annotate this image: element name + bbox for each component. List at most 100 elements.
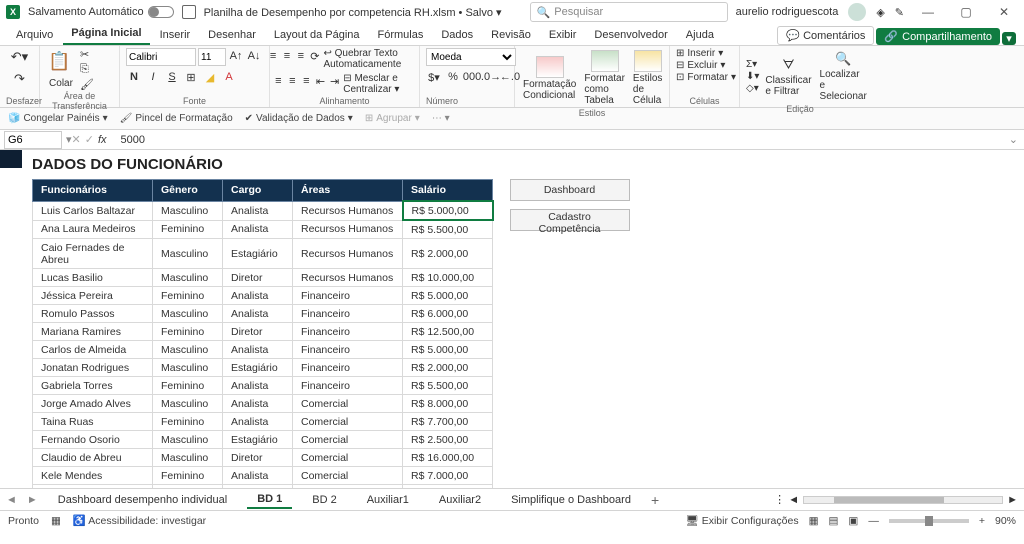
menu-desenhar[interactable]: Desenhar bbox=[200, 26, 264, 45]
table-cell[interactable]: R$ 5.500,00 bbox=[403, 377, 493, 395]
table-row[interactable]: Fernando OsorioMasculinoEstagiárioComerc… bbox=[33, 431, 493, 449]
table-header[interactable]: Salário bbox=[403, 180, 493, 202]
table-cell[interactable]: Analista bbox=[223, 201, 293, 220]
cell-styles-button[interactable]: Estilos de Célula bbox=[631, 48, 664, 108]
increase-font-icon[interactable]: A↑ bbox=[228, 48, 244, 64]
comma-icon[interactable]: 000 bbox=[464, 69, 480, 85]
table-cell[interactable]: R$ 16.000,00 bbox=[403, 449, 493, 467]
format-painter-icon[interactable]: 🖌 bbox=[80, 78, 94, 91]
table-cell[interactable]: Feminino bbox=[153, 413, 223, 431]
align-bottom-icon[interactable]: ≡ bbox=[295, 48, 306, 64]
table-cell[interactable]: Analista bbox=[223, 485, 293, 489]
table-cell[interactable]: Masculino bbox=[153, 449, 223, 467]
table-cell[interactable]: Lucas Basilio bbox=[33, 269, 153, 287]
avatar[interactable] bbox=[848, 3, 866, 21]
bold-button[interactable]: N bbox=[126, 69, 142, 85]
indent-inc-icon[interactable]: ⇥ bbox=[329, 73, 340, 89]
align-left-icon[interactable]: ≡ bbox=[273, 73, 284, 89]
table-cell[interactable]: R$ 8.000,00 bbox=[403, 395, 493, 413]
formula-input[interactable]: 5000 bbox=[111, 134, 145, 146]
minimize-button[interactable]: — bbox=[914, 5, 942, 19]
format-as-table-button[interactable]: Formatar como Tabela bbox=[582, 48, 627, 108]
table-cell[interactable]: Comercial bbox=[293, 431, 403, 449]
menu-página-inicial[interactable]: Página Inicial bbox=[63, 24, 149, 45]
table-cell[interactable]: Analista bbox=[223, 305, 293, 323]
cancel-formula-icon[interactable]: ✕ bbox=[72, 133, 81, 146]
table-cell[interactable]: Financeiro bbox=[293, 287, 403, 305]
table-cell[interactable]: R$ 7.700,00 bbox=[403, 413, 493, 431]
sheet-tab[interactable]: Simplifique o Dashboard bbox=[501, 492, 641, 508]
table-cell[interactable]: Analista bbox=[223, 287, 293, 305]
paste-button[interactable]: 📋 Colar bbox=[46, 49, 76, 91]
table-cell[interactable]: Gabriela Torres bbox=[33, 377, 153, 395]
table-cell[interactable]: R$ 5.000,00 bbox=[403, 201, 493, 220]
table-row[interactable]: Gabriela TorresFemininoAnalistaFinanceir… bbox=[33, 377, 493, 395]
table-cell[interactable]: R$ 7.000,00 bbox=[403, 467, 493, 485]
sheet-tab[interactable]: Auxiliar1 bbox=[357, 492, 419, 508]
table-cell[interactable]: Estagiário bbox=[223, 431, 293, 449]
table-row[interactable]: Mariana RamiresFemininoDiretorFinanceiro… bbox=[33, 323, 493, 341]
table-cell[interactable]: R$ 6.000,00 bbox=[403, 305, 493, 323]
table-row[interactable]: Lucas BasilioMasculinoDiretorRecursos Hu… bbox=[33, 269, 493, 287]
table-cell[interactable]: Estagiário bbox=[223, 239, 293, 269]
file-name[interactable]: Planilha de Desempenho por competencia R… bbox=[204, 6, 502, 19]
menu-desenvolvedor[interactable]: Desenvolvedor bbox=[586, 26, 675, 45]
align-middle-icon[interactable]: ≡ bbox=[281, 48, 292, 64]
zoom-out-button[interactable]: — bbox=[868, 515, 879, 527]
close-button[interactable]: ✕ bbox=[990, 5, 1018, 19]
table-cell[interactable]: Taina Ruas bbox=[33, 413, 153, 431]
table-cell[interactable]: Caio Fernades de Abreu bbox=[33, 239, 153, 269]
table-cell[interactable]: Masculino bbox=[153, 239, 223, 269]
menu-revisão[interactable]: Revisão bbox=[483, 26, 539, 45]
table-cell[interactable]: Kele Mendes bbox=[33, 467, 153, 485]
tab-scroll-right[interactable]: ► bbox=[1007, 494, 1018, 506]
table-cell[interactable]: R$ 2.000,00 bbox=[403, 239, 493, 269]
table-cell[interactable]: Ana Laura Medeiros bbox=[33, 220, 153, 239]
display-settings-button[interactable]: 🖥 Exibir Configurações bbox=[685, 514, 798, 527]
table-cell[interactable]: Carlos de Almeida bbox=[33, 341, 153, 359]
autosave-toggle[interactable] bbox=[148, 6, 174, 18]
search-input[interactable]: 🔍 Pesquisar bbox=[530, 2, 728, 22]
align-top-icon[interactable]: ≡ bbox=[268, 48, 279, 64]
table-cell[interactable]: Comercial bbox=[293, 395, 403, 413]
clear-button[interactable]: ◇▾ bbox=[746, 83, 759, 94]
freeze-panes-button[interactable]: 🧊 Congelar Painéis ▾ bbox=[8, 113, 108, 124]
menu-layout-da-página[interactable]: Layout da Página bbox=[266, 26, 368, 45]
table-cell[interactable]: Financeiro bbox=[293, 341, 403, 359]
table-cell[interactable]: Masculino bbox=[153, 395, 223, 413]
table-row[interactable]: Romulo PassosMasculinoAnalistaFinanceiro… bbox=[33, 305, 493, 323]
orientation-icon[interactable]: ⟳ bbox=[309, 48, 320, 64]
macro-record-icon[interactable]: ▦ bbox=[51, 515, 61, 527]
sheet-tab[interactable]: BD 1 bbox=[247, 491, 292, 509]
view-layout-icon[interactable]: ▤ bbox=[829, 515, 839, 527]
table-row[interactable]: Caio Fernades de AbreuMasculinoEstagiári… bbox=[33, 239, 493, 269]
table-row[interactable]: Alisson BarrosoMasculinoAnalistaComercia… bbox=[33, 485, 493, 489]
fx-icon[interactable]: fx bbox=[98, 134, 107, 146]
data-validation-button[interactable]: ✔ Validação de Dados ▾ bbox=[245, 113, 353, 124]
align-right-icon[interactable]: ≡ bbox=[301, 73, 312, 89]
table-row[interactable]: Luis Carlos BaltazarMasculinoAnalistaRec… bbox=[33, 201, 493, 220]
name-box[interactable] bbox=[4, 131, 62, 149]
table-cell[interactable]: Jéssica Pereira bbox=[33, 287, 153, 305]
table-cell[interactable]: Masculino bbox=[153, 485, 223, 489]
menu-arquivo[interactable]: Arquivo bbox=[8, 26, 61, 45]
delete-cells-button[interactable]: ⊟ Excluir ▾ bbox=[676, 60, 725, 71]
nav-button-dashboard[interactable]: Dashboard bbox=[510, 179, 630, 201]
zoom-in-button[interactable]: + bbox=[979, 515, 985, 527]
table-cell[interactable]: Masculino bbox=[153, 201, 223, 220]
add-sheet-button[interactable]: + bbox=[651, 492, 659, 508]
view-normal-icon[interactable]: ▦ bbox=[809, 515, 819, 527]
table-cell[interactable]: Romulo Passos bbox=[33, 305, 153, 323]
share-dropdown[interactable]: ▾ bbox=[1002, 32, 1016, 45]
accessibility-status[interactable]: ♿ Acessibilidade: investigar bbox=[73, 514, 206, 527]
insert-cells-button[interactable]: ⊞ Inserir ▾ bbox=[676, 48, 723, 59]
group-button[interactable]: ⊞ Agrupar ▾ bbox=[365, 113, 420, 124]
table-cell[interactable]: Financeiro bbox=[293, 323, 403, 341]
select-all-corner[interactable] bbox=[0, 150, 22, 168]
merge-button[interactable]: ⊟ Mesclar e Centralizar ▾ bbox=[343, 73, 416, 95]
table-cell[interactable]: Recursos Humanos bbox=[293, 220, 403, 239]
table-cell[interactable]: Comercial bbox=[293, 485, 403, 489]
table-row[interactable]: Jorge Amado AlvesMasculinoAnalistaComerc… bbox=[33, 395, 493, 413]
table-cell[interactable]: R$ 2.500,00 bbox=[403, 431, 493, 449]
table-cell[interactable]: Feminino bbox=[153, 287, 223, 305]
